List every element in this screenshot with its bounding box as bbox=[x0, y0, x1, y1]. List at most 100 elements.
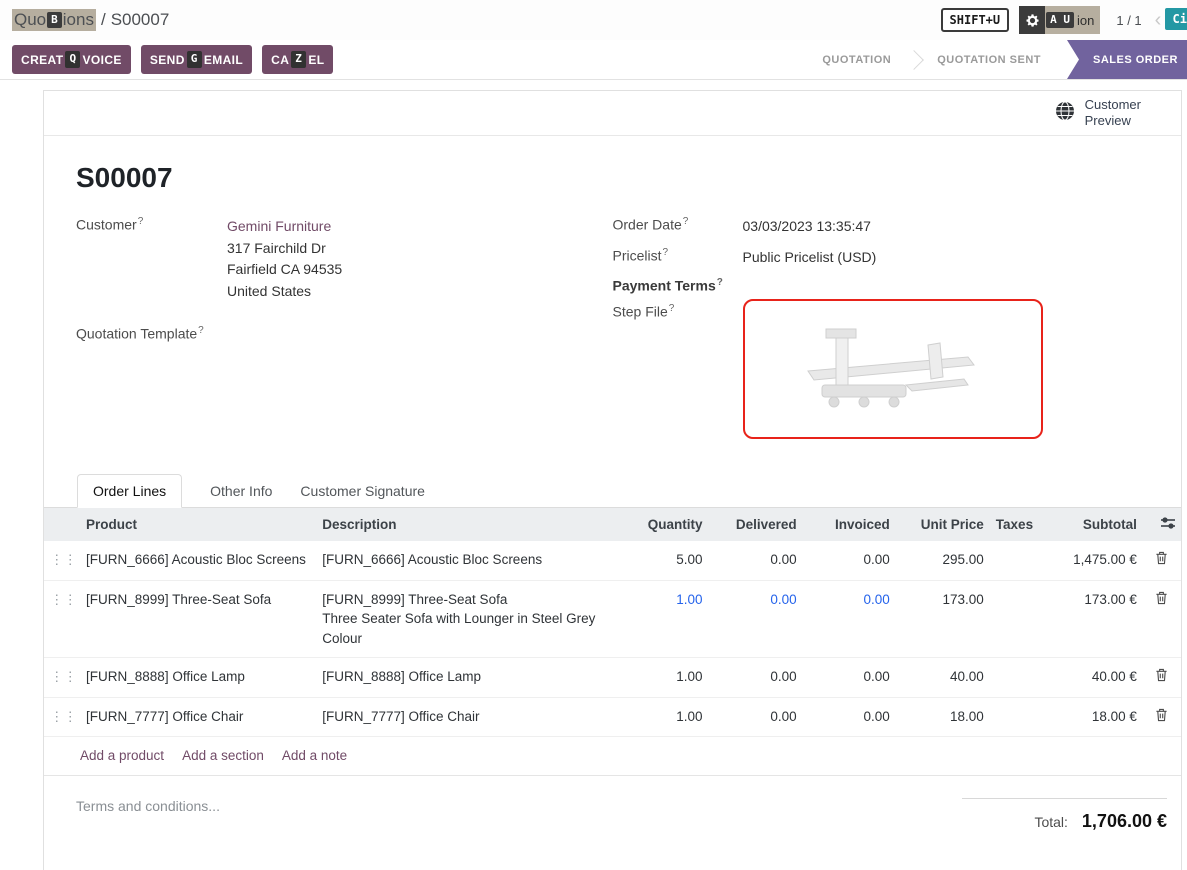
column-header-quantity: Quantity bbox=[616, 508, 708, 541]
help-marker: ? bbox=[717, 277, 723, 288]
customer-address-line: Fairfield CA 94535 bbox=[227, 261, 342, 277]
action-menu-button[interactable]: A U ion bbox=[1019, 6, 1100, 34]
cell-unit-price[interactable]: 173.00 bbox=[896, 580, 990, 658]
status-step-quotation-sent[interactable]: QUOTATION SENT bbox=[917, 54, 1061, 66]
fields-left-column: Customer? Gemini Furniture 317 Fairchild… bbox=[76, 216, 613, 448]
pricelist-value[interactable]: Public Pricelist (USD) bbox=[743, 247, 877, 269]
add-a-note-link[interactable]: Add a note bbox=[282, 748, 347, 763]
drag-handle-icon[interactable]: ⋮⋮ bbox=[44, 697, 80, 737]
help-marker: ? bbox=[663, 247, 669, 258]
help-marker: ? bbox=[669, 303, 675, 314]
cell-quantity[interactable]: 1.00 bbox=[616, 697, 708, 737]
cell-quantity[interactable]: 1.00 bbox=[616, 580, 708, 658]
gear-icon bbox=[1019, 6, 1045, 34]
cell-description[interactable]: [FURN_8888] Office Lamp bbox=[316, 658, 616, 698]
cell-quantity[interactable]: 1.00 bbox=[616, 658, 708, 698]
payment-terms-field[interactable]: Payment Terms? bbox=[613, 277, 1150, 294]
customer-preview-link[interactable]: CustomerPreview bbox=[44, 91, 1181, 136]
column-header-description: Description bbox=[316, 508, 616, 541]
customer-field-label: Customer? bbox=[76, 216, 227, 303]
cell-taxes[interactable] bbox=[990, 658, 1040, 698]
drag-handle-icon[interactable]: ⋮⋮ bbox=[44, 658, 80, 698]
drag-handle-icon[interactable]: ⋮⋮ bbox=[44, 541, 80, 580]
customer-link[interactable]: Gemini Furniture bbox=[227, 218, 331, 234]
cancel-button[interactable]: CAZEL bbox=[262, 45, 333, 73]
table-row[interactable]: ⋮⋮ [FURN_8999] Three-Seat Sofa [FURN_899… bbox=[44, 580, 1181, 658]
cell-product[interactable]: [FURN_8888] Office Lamp bbox=[80, 658, 316, 698]
column-header-product: Product bbox=[80, 508, 316, 541]
cell-description[interactable]: [FURN_6666] Acoustic Bloc Screens bbox=[316, 541, 616, 580]
delete-row-button[interactable] bbox=[1143, 580, 1181, 658]
cell-taxes[interactable] bbox=[990, 697, 1040, 737]
quotation-template-field[interactable]: Quotation Template? bbox=[76, 325, 613, 342]
customer-field-value: Gemini Furniture 317 Fairchild Dr Fairfi… bbox=[227, 216, 342, 303]
tab-customer-signature[interactable]: Customer Signature bbox=[300, 475, 425, 507]
delete-row-button[interactable] bbox=[1143, 658, 1181, 698]
keyboard-hint-badge: Z bbox=[291, 51, 306, 67]
cell-unit-price[interactable]: 40.00 bbox=[896, 658, 990, 698]
optional-columns-toggle[interactable] bbox=[1143, 508, 1181, 541]
table-row[interactable]: ⋮⋮ [FURN_7777] Office Chair [FURN_7777] … bbox=[44, 697, 1181, 737]
description-line2: Three Seater Sofa with Lounger in Steel … bbox=[322, 611, 595, 646]
cell-description[interactable]: [FURN_7777] Office Chair bbox=[316, 697, 616, 737]
preview-label-line1: Customer bbox=[1085, 97, 1141, 112]
column-header-taxes: Taxes bbox=[990, 508, 1040, 541]
add-a-section-link[interactable]: Add a section bbox=[182, 748, 264, 763]
total-label: Total: bbox=[1034, 814, 1067, 830]
cell-subtotal: 173.00 € bbox=[1040, 580, 1143, 658]
cell-product[interactable]: [FURN_7777] Office Chair bbox=[80, 697, 316, 737]
cell-description[interactable]: [FURN_8999] Three-Seat SofaThree Seater … bbox=[316, 580, 616, 658]
trash-icon bbox=[1155, 591, 1168, 605]
breadcrumb-suffix-text: ions bbox=[63, 10, 94, 30]
cell-product[interactable]: [FURN_8999] Three-Seat Sofa bbox=[80, 580, 316, 658]
status-step-quotation[interactable]: QUOTATION bbox=[802, 54, 911, 66]
cell-delivered[interactable]: 0.00 bbox=[709, 697, 803, 737]
breadcrumb: QuoBions / S00007 bbox=[12, 9, 169, 31]
sale-order-form-card: CustomerPreview S00007 Customer? Gemini … bbox=[43, 90, 1182, 870]
cell-invoiced[interactable]: 0.00 bbox=[803, 658, 896, 698]
pager-previous-button[interactable]: ‹ bbox=[1152, 10, 1165, 30]
preview-label-line2: Preview bbox=[1085, 113, 1131, 128]
trash-icon bbox=[1155, 668, 1168, 682]
cell-unit-price[interactable]: 295.00 bbox=[896, 541, 990, 580]
cell-delivered[interactable]: 0.00 bbox=[709, 580, 803, 658]
cell-invoiced[interactable]: 0.00 bbox=[803, 697, 896, 737]
customer-address-line: United States bbox=[227, 283, 311, 299]
trash-icon bbox=[1155, 708, 1168, 722]
table-row[interactable]: ⋮⋮ [FURN_6666] Acoustic Bloc Screens [FU… bbox=[44, 541, 1181, 580]
customer-preview-label: CustomerPreview bbox=[1085, 97, 1141, 128]
delete-row-button[interactable] bbox=[1143, 541, 1181, 580]
step-file-preview[interactable] bbox=[743, 299, 1043, 439]
terms-and-conditions-input[interactable]: Terms and conditions... bbox=[76, 798, 220, 832]
button-label-fragment: CREAT bbox=[21, 53, 63, 67]
cell-invoiced[interactable]: 0.00 bbox=[803, 541, 896, 580]
table-footer-links: Add a product Add a section Add a note bbox=[44, 737, 1181, 776]
send-email-button[interactable]: SENDGEMAIL bbox=[141, 45, 252, 73]
cell-invoiced[interactable]: 0.00 bbox=[803, 580, 896, 658]
breadcrumb-quotations-link[interactable]: QuoBions bbox=[12, 9, 96, 31]
cell-unit-price[interactable]: 18.00 bbox=[896, 697, 990, 737]
tab-order-lines[interactable]: Order Lines bbox=[77, 474, 182, 508]
order-date-value[interactable]: 03/03/2023 13:35:47 bbox=[743, 216, 871, 238]
label-text: Order Date bbox=[613, 217, 682, 233]
column-header-invoiced: Invoiced bbox=[803, 508, 896, 541]
table-row[interactable]: ⋮⋮ [FURN_8888] Office Lamp [FURN_8888] O… bbox=[44, 658, 1181, 698]
cell-subtotal: 40.00 € bbox=[1040, 658, 1143, 698]
status-step-sales-order[interactable]: SALES ORDER bbox=[1067, 40, 1187, 79]
cell-quantity[interactable]: 5.00 bbox=[616, 541, 708, 580]
cell-delivered[interactable]: 0.00 bbox=[709, 658, 803, 698]
delete-row-button[interactable] bbox=[1143, 697, 1181, 737]
cell-product[interactable]: [FURN_6666] Acoustic Bloc Screens bbox=[80, 541, 316, 580]
add-a-product-link[interactable]: Add a product bbox=[80, 748, 164, 763]
create-invoice-button[interactable]: CREATQVOICE bbox=[12, 45, 131, 73]
step-file-label: Step File? bbox=[613, 303, 743, 439]
breadcrumb-separator: / bbox=[101, 10, 106, 30]
cell-delivered[interactable]: 0.00 bbox=[709, 541, 803, 580]
column-header-unit-price: Unit Price bbox=[896, 508, 990, 541]
drag-handle-icon[interactable]: ⋮⋮ bbox=[44, 580, 80, 658]
cell-taxes[interactable] bbox=[990, 541, 1040, 580]
tab-other-info[interactable]: Other Info bbox=[210, 475, 272, 507]
order-summary: Terms and conditions... Total: 1,706.00 … bbox=[44, 776, 1181, 832]
cell-taxes[interactable] bbox=[990, 580, 1040, 658]
trash-icon bbox=[1155, 551, 1168, 565]
